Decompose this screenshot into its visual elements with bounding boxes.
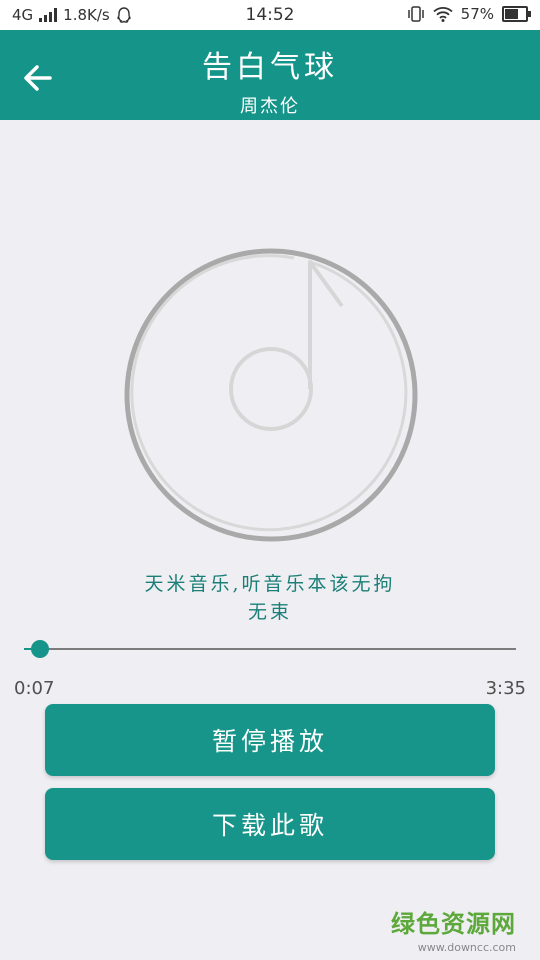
arrow-left-icon	[24, 65, 52, 91]
song-title: 告白气球	[202, 50, 338, 85]
wifi-icon	[433, 7, 453, 22]
tagline-line-2: 无束	[247, 601, 292, 623]
artist-name: 周杰伦	[240, 96, 300, 117]
pause-button[interactable]: 暂停播放	[45, 704, 495, 776]
progress-thumb[interactable]	[31, 640, 50, 658]
header-titles: 告白气球 周杰伦	[80, 42, 460, 118]
battery-percent: 57%	[460, 5, 494, 23]
download-button[interactable]: 下载此歌	[45, 788, 495, 860]
app-header: 告白气球 周杰伦	[0, 30, 540, 120]
back-button[interactable]	[14, 54, 62, 102]
progress-bar[interactable]	[24, 640, 516, 658]
status-right: 57%	[407, 5, 531, 23]
time-elapsed: 0:07	[14, 678, 55, 699]
vibrate-icon	[407, 6, 424, 22]
tagline-line-1: 天米音乐,听音乐本该无拘	[144, 573, 396, 595]
time-total: 3:35	[485, 678, 526, 699]
status-bar: 4G 1.8K/s 14:52 57%	[0, 0, 540, 30]
music-note-icon	[124, 248, 418, 542]
battery-icon	[502, 6, 531, 22]
watermark-logo: 绿色资源网	[391, 910, 516, 938]
watermark: 绿色资源网 www.downcc.com	[391, 904, 516, 954]
tagline: 天米音乐,听音乐本该无拘 无束	[0, 570, 540, 626]
watermark-url: www.downcc.com	[417, 941, 516, 954]
